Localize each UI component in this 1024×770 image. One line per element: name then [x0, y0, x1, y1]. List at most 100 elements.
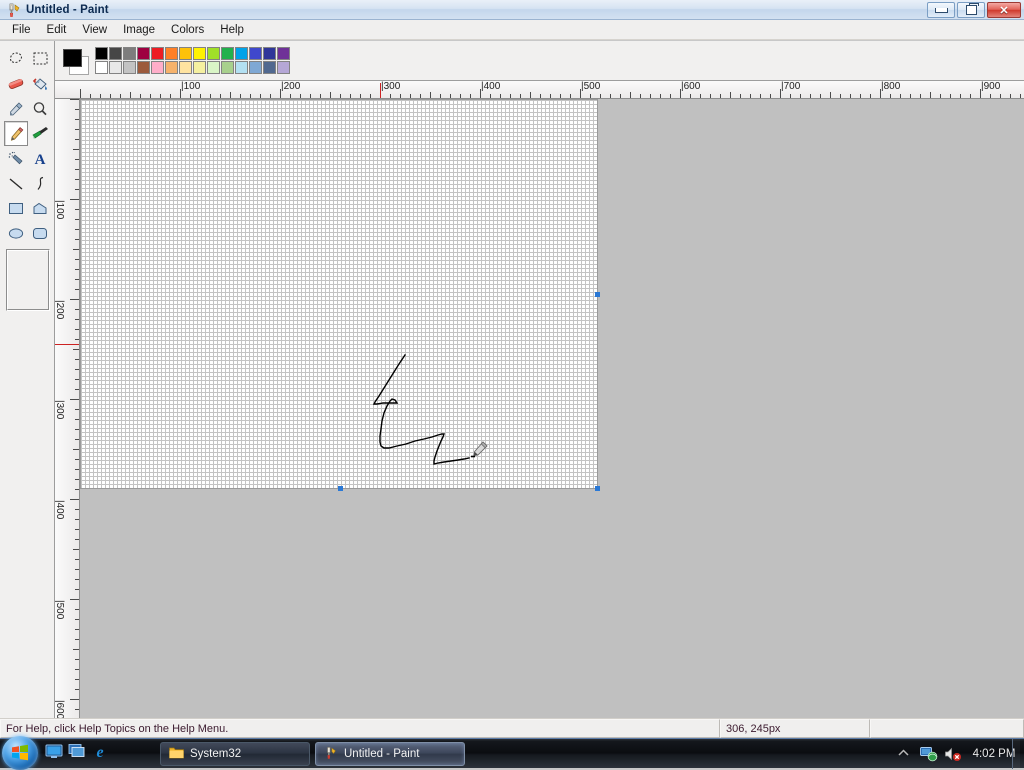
palette-top-swatch-5[interactable]	[165, 47, 178, 60]
drawing-canvas[interactable]	[80, 99, 598, 489]
ruler-tick	[270, 94, 271, 98]
palette-row-bottom	[95, 61, 290, 74]
ruler-tick	[440, 94, 441, 98]
taskbar-task-list: System32 Untitled - Paint	[160, 742, 465, 766]
ruler-tick	[75, 569, 79, 570]
menu-item-help[interactable]: Help	[212, 21, 252, 39]
ruler-tick	[70, 699, 79, 700]
palette-top-swatch-6[interactable]	[179, 47, 192, 60]
palette-top-swatch-10[interactable]	[235, 47, 248, 60]
ruler-tick	[110, 94, 111, 98]
ruler-tick	[75, 479, 79, 480]
color-palette	[95, 47, 290, 74]
palette-bottom-swatch-7[interactable]	[193, 61, 206, 74]
taskbar-item-system32[interactable]: System32	[160, 742, 310, 766]
horizontal-ruler: |100 |200 |300 |400 |500 |600 |700 |800 |900	[55, 81, 1024, 99]
ruler-tick	[75, 459, 79, 460]
palette-bottom-swatch-1[interactable]	[109, 61, 122, 74]
palette-top-swatch-1[interactable]	[109, 47, 122, 60]
ruler-tick	[710, 94, 711, 98]
taskbar-item-paint[interactable]: Untitled - Paint	[315, 742, 465, 766]
canvas-handle-bottom-middle[interactable]	[338, 486, 343, 491]
palette-bottom-swatch-10[interactable]	[235, 61, 248, 74]
polygon-tool[interactable]	[28, 196, 52, 221]
ruler-tick	[75, 529, 79, 530]
foreground-color-swatch[interactable]	[63, 49, 82, 67]
palette-top-swatch-12[interactable]	[263, 47, 276, 60]
palette-bottom-swatch-11[interactable]	[249, 61, 262, 74]
ruler-tick	[1000, 94, 1001, 98]
show-desktop-icon[interactable]	[45, 743, 63, 761]
pick-color-tool[interactable]	[4, 96, 28, 121]
menu-item-image[interactable]: Image	[115, 21, 163, 39]
ruler-tick	[75, 329, 79, 330]
palette-bottom-swatch-6[interactable]	[179, 61, 192, 74]
rounded-rectangle-tool[interactable]	[28, 221, 52, 246]
work-area: |100 |200 |300 |400 |500 |600 |700 |800 |900 |10…	[55, 81, 1024, 718]
palette-bottom-swatch-12[interactable]	[263, 61, 276, 74]
palette-bottom-swatch-13[interactable]	[277, 61, 290, 74]
ruler-tick	[620, 94, 621, 98]
maximize-button[interactable]	[957, 2, 985, 18]
rectangle-select-tool[interactable]	[28, 46, 52, 71]
network-icon[interactable]	[920, 746, 938, 763]
minimize-button[interactable]	[927, 2, 955, 18]
start-orb-button[interactable]	[2, 736, 38, 770]
free-form-select-tool[interactable]	[4, 46, 28, 71]
palette-top-swatch-0[interactable]	[95, 47, 108, 60]
airbrush-tool[interactable]	[4, 146, 28, 171]
palette-bottom-swatch-2[interactable]	[123, 61, 136, 74]
palette-bottom-swatch-3[interactable]	[137, 61, 150, 74]
palette-top-swatch-7[interactable]	[193, 47, 206, 60]
svg-text:e: e	[96, 744, 103, 760]
ellipse-tool[interactable]	[4, 221, 28, 246]
pencil-tool[interactable]	[4, 121, 28, 146]
volume-muted-icon[interactable]	[944, 746, 961, 763]
fill-with-color-tool[interactable]	[28, 71, 52, 96]
ruler-tick	[75, 189, 79, 190]
palette-top-swatch-8[interactable]	[207, 47, 220, 60]
canvas-scroll-area[interactable]	[80, 99, 1024, 718]
ruler-position-marker-vertical	[55, 344, 79, 345]
text-tool[interactable]: A	[28, 146, 52, 171]
ruler-tick	[790, 94, 791, 98]
menu-item-view[interactable]: View	[74, 21, 115, 39]
palette-top-swatch-4[interactable]	[151, 47, 164, 60]
ruler-tick	[310, 94, 311, 98]
palette-bottom-swatch-5[interactable]	[165, 61, 178, 74]
palette-top-swatch-13[interactable]	[277, 47, 290, 60]
palette-top-swatch-2[interactable]	[123, 47, 136, 60]
magnifier-tool[interactable]	[28, 96, 52, 121]
palette-top-swatch-9[interactable]	[221, 47, 234, 60]
close-button[interactable]: ✕	[987, 2, 1021, 18]
canvas-handle-bottom-right[interactable]	[595, 486, 600, 491]
windows-logo-icon	[11, 744, 29, 761]
palette-bottom-swatch-4[interactable]	[151, 61, 164, 74]
palette-top-swatch-3[interactable]	[137, 47, 150, 60]
brush-tool[interactable]	[28, 121, 52, 146]
internet-explorer-icon[interactable]: e	[91, 743, 109, 761]
palette-bottom-swatch-8[interactable]	[207, 61, 220, 74]
switch-windows-icon[interactable]	[68, 743, 86, 761]
palette-top-swatch-11[interactable]	[249, 47, 262, 60]
curve-tool[interactable]	[28, 171, 52, 196]
eraser-tool[interactable]	[4, 71, 28, 96]
line-tool[interactable]	[4, 171, 28, 196]
ruler-tick	[70, 399, 79, 400]
ruler-tick	[600, 94, 601, 98]
menu-item-file[interactable]: File	[4, 21, 39, 39]
show-desktop-button[interactable]	[1012, 739, 1020, 769]
current-colors-indicator[interactable]	[61, 47, 91, 75]
ruler-tick	[850, 94, 851, 98]
palette-bottom-swatch-9[interactable]	[221, 61, 234, 74]
rectangle-tool[interactable]	[4, 196, 28, 221]
ruler-tick	[75, 689, 79, 690]
canvas-handle-right-middle[interactable]	[595, 292, 600, 297]
ruler-tick	[660, 94, 661, 98]
menu-item-edit[interactable]: Edit	[39, 21, 75, 39]
ruler-tick	[75, 389, 79, 390]
show-hidden-icons-icon[interactable]	[896, 746, 913, 763]
menu-item-colors[interactable]: Colors	[163, 21, 212, 39]
palette-bottom-swatch-0[interactable]	[95, 61, 108, 74]
ruler-tick	[75, 279, 79, 280]
